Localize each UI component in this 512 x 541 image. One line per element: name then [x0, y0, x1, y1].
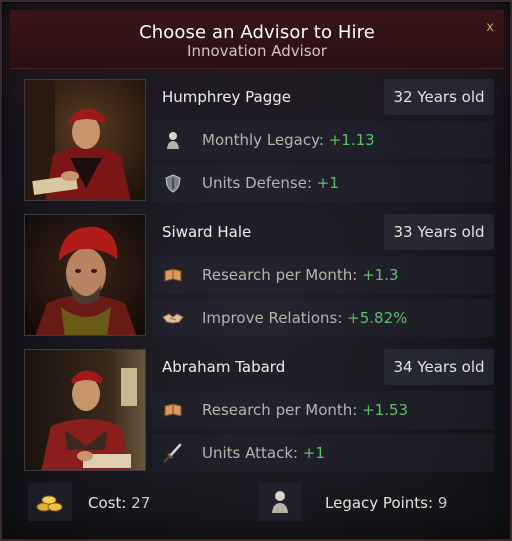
age-badge: 34 Years old: [384, 349, 494, 385]
portrait-image: [25, 80, 145, 200]
stat-text: Units Attack: +1: [202, 444, 325, 462]
advisor-portrait: [24, 349, 146, 471]
advisor-stat: Units Attack: +1: [152, 434, 494, 472]
age-badge: 32 Years old: [384, 79, 494, 115]
advisor-card-siward[interactable]: Siward Hale 33 Years old Research per Mo…: [24, 214, 494, 337]
advisor-stat: Units Defense: +1: [152, 164, 494, 202]
cost-icon-box: [28, 483, 72, 521]
bust-icon: [167, 132, 179, 149]
advisor-name: Humphrey Pagge: [162, 88, 291, 106]
book-icon: [164, 268, 182, 282]
advisor-stat: Improve Relations: +5.82%: [152, 299, 494, 337]
advisor-portrait: [24, 214, 146, 336]
bust-icon: [272, 491, 288, 513]
legacy-icon-box: [258, 483, 302, 521]
advisor-card-abraham[interactable]: Abraham Tabard 34 Years old Research per…: [24, 349, 494, 472]
legacy-points-text: Legacy Points: 9: [325, 494, 448, 512]
dialog-subtitle: Innovation Advisor: [187, 42, 327, 60]
stat-text: Improve Relations: +5.82%: [202, 309, 408, 327]
advisor-card-humphrey[interactable]: Humphrey Pagge 32 Years old Monthly Lega…: [24, 79, 494, 202]
handshake-icon: [162, 313, 184, 324]
shield-icon: [165, 174, 181, 193]
book-icon: [164, 403, 182, 417]
gold-coins-icon: [36, 495, 63, 512]
advisor-name: Abraham Tabard: [162, 358, 286, 376]
sword-icon: [163, 443, 182, 463]
stat-text: Research per Month: +1.53: [202, 401, 409, 419]
advisor-portrait: [24, 79, 146, 201]
stat-text: Monthly Legacy: +1.13: [202, 131, 375, 149]
stat-text: Research per Month: +1.3: [202, 266, 399, 284]
age-badge: 33 Years old: [384, 214, 494, 250]
dialog-title: Choose an Advisor to Hire: [139, 22, 375, 43]
portrait-image: [25, 215, 145, 335]
close-button[interactable]: x: [486, 20, 494, 35]
advisor-stat: Research per Month: +1.53: [152, 391, 494, 429]
advisor-dialog: Choose an Advisor to Hire Innovation Adv…: [0, 0, 512, 541]
dialog-header: Choose an Advisor to Hire Innovation Adv…: [10, 10, 504, 69]
cost-text: Cost: 27: [88, 494, 151, 512]
portrait-image: [25, 350, 145, 470]
advisor-age: 32 Years old: [393, 88, 485, 106]
advisor-age: 34 Years old: [393, 358, 485, 376]
advisor-name: Siward Hale: [162, 223, 252, 241]
advisor-age: 33 Years old: [393, 223, 485, 241]
advisor-stat: Research per Month: +1.3: [152, 256, 494, 294]
stat-text: Units Defense: +1: [202, 174, 339, 192]
advisor-stat: Monthly Legacy: +1.13: [152, 121, 494, 159]
